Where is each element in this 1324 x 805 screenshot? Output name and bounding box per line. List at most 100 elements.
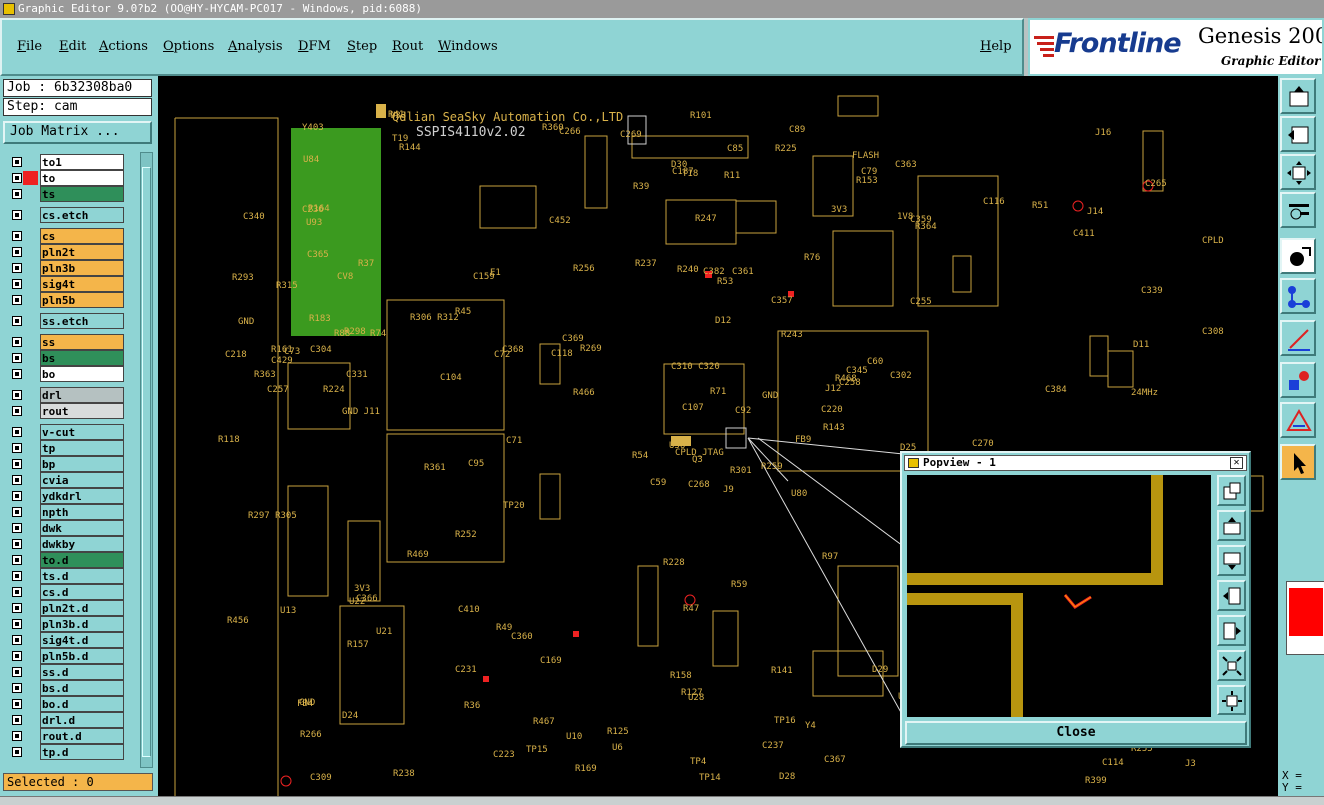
layer-list-scrollbar[interactable] (140, 152, 153, 768)
popview-zoom-out[interactable] (1217, 685, 1246, 715)
layer-row[interactable]: v-cut (4, 424, 138, 440)
layer-row[interactable]: pln5b.d (4, 648, 138, 664)
layer-row[interactable]: dwkby (4, 536, 138, 552)
layer-name[interactable]: tp (40, 440, 124, 456)
layer-checkbox[interactable] (12, 459, 22, 469)
layer-checkbox[interactable] (12, 443, 22, 453)
popview-close-button[interactable]: Close (905, 721, 1247, 745)
layer-row[interactable]: bs (4, 350, 138, 366)
layer-checkbox[interactable] (12, 715, 22, 725)
layer-row[interactable]: tp (4, 440, 138, 456)
layer-checkbox[interactable] (12, 507, 22, 517)
layer-row[interactable]: tp.d (4, 744, 138, 760)
layer-row[interactable]: ts (4, 186, 138, 202)
layer-row[interactable]: npth (4, 504, 138, 520)
layer-checkbox[interactable] (12, 390, 22, 400)
layer-row[interactable]: rout (4, 403, 138, 419)
layer-checkbox[interactable] (12, 337, 22, 347)
layer-checkbox[interactable] (12, 157, 22, 167)
menu-actions[interactable]: Actions (99, 39, 148, 54)
tool-pad[interactable] (1280, 362, 1316, 398)
layer-row[interactable]: rout.d (4, 728, 138, 744)
layer-name[interactable]: ts.d (40, 568, 124, 584)
layer-row[interactable]: ss.etch (4, 313, 138, 329)
layer-row[interactable]: to1 (4, 154, 138, 170)
layer-row[interactable]: ss.d (4, 664, 138, 680)
layer-row[interactable]: bo (4, 366, 138, 382)
layer-name[interactable]: ss (40, 334, 124, 350)
layer-checkbox[interactable] (12, 651, 22, 661)
layer-checkbox[interactable] (12, 427, 22, 437)
layer-row[interactable]: cs.etch (4, 207, 138, 223)
popview-pan-down[interactable] (1217, 545, 1246, 576)
layer-checkbox[interactable] (12, 295, 22, 305)
layer-name[interactable]: to1 (40, 154, 124, 170)
layer-name[interactable]: ss.d (40, 664, 124, 680)
job-matrix-button[interactable]: Job Matrix ... (3, 121, 152, 144)
tool-move-left[interactable] (1280, 116, 1316, 152)
menu-windows[interactable]: Windows (438, 39, 498, 54)
layer-name[interactable]: drl.d (40, 712, 124, 728)
layer-row[interactable]: to.d (4, 552, 138, 568)
layer-name[interactable]: to (40, 170, 124, 186)
layer-row[interactable]: ydkdrl (4, 488, 138, 504)
layer-checkbox[interactable] (12, 247, 22, 257)
layer-row[interactable]: pln3b.d (4, 616, 138, 632)
menu-help[interactable]: Help (980, 39, 1012, 54)
layer-row[interactable]: bo.d (4, 696, 138, 712)
layer-checkbox[interactable] (12, 263, 22, 273)
layer-checkbox[interactable] (12, 699, 22, 709)
tool-drc[interactable] (1280, 402, 1316, 438)
layer-checkbox[interactable] (12, 406, 22, 416)
layer-name[interactable]: pln5b (40, 292, 124, 308)
tool-line[interactable] (1280, 320, 1316, 356)
layer-checkbox[interactable] (12, 210, 22, 220)
layer-name[interactable]: cs.d (40, 584, 124, 600)
layer-checkbox[interactable] (12, 231, 22, 241)
layer-name[interactable]: sig4t.d (40, 632, 124, 648)
layer-checkbox[interactable] (12, 523, 22, 533)
layer-name[interactable]: cvia (40, 472, 124, 488)
popview-titlebar[interactable]: Popview - 1 ✕ (904, 455, 1247, 471)
layer-name[interactable]: npth (40, 504, 124, 520)
layer-name[interactable]: dwk (40, 520, 124, 536)
layer-row[interactable]: drl (4, 387, 138, 403)
popview-window[interactable]: Popview - 1 ✕ Close (900, 451, 1251, 748)
layer-name[interactable]: ts (40, 186, 124, 202)
tool-net[interactable] (1280, 278, 1316, 314)
popview-pan-right[interactable] (1217, 615, 1246, 646)
layer-name[interactable]: pln2t (40, 244, 124, 260)
layer-name[interactable]: pln3b.d (40, 616, 124, 632)
layer-row[interactable]: bs.d (4, 680, 138, 696)
layer-row[interactable]: pln5b (4, 292, 138, 308)
layer-row[interactable]: cs.d (4, 584, 138, 600)
layer-row[interactable]: cs (4, 228, 138, 244)
tool-pointer[interactable] (1280, 444, 1316, 480)
layer-name[interactable]: pln3b (40, 260, 124, 276)
layer-name[interactable]: cs.etch (40, 207, 124, 223)
tool-settings[interactable] (1280, 192, 1316, 228)
layer-name[interactable]: dwkby (40, 536, 124, 552)
layer-checkbox[interactable] (12, 316, 22, 326)
layer-row[interactable]: drl.d (4, 712, 138, 728)
app-icon[interactable] (3, 3, 15, 15)
menu-dfm[interactable]: DFM (298, 39, 331, 54)
layer-row[interactable]: pln2t (4, 244, 138, 260)
layer-name[interactable]: pln5b.d (40, 648, 124, 664)
menu-options[interactable]: Options (163, 39, 214, 54)
layer-checkbox[interactable] (12, 603, 22, 613)
tool-move-up[interactable] (1280, 78, 1316, 114)
layer-checkbox[interactable] (12, 491, 22, 501)
popview-canvas[interactable] (907, 475, 1211, 717)
menu-step[interactable]: Step (347, 39, 377, 54)
layer-row[interactable]: sig4t (4, 276, 138, 292)
layer-checkbox[interactable] (12, 173, 22, 183)
layer-row[interactable]: to (4, 170, 138, 186)
layer-name[interactable]: bs (40, 350, 124, 366)
layer-checkbox[interactable] (12, 555, 22, 565)
scrollbar-thumb[interactable] (142, 167, 151, 757)
menu-rout[interactable]: Rout (392, 39, 423, 54)
layer-checkbox[interactable] (12, 731, 22, 741)
popview-zoom-in[interactable] (1217, 650, 1246, 681)
layer-name[interactable]: bo (40, 366, 124, 382)
